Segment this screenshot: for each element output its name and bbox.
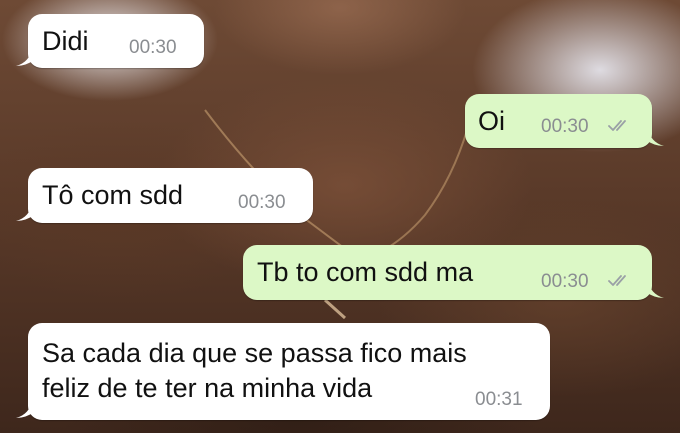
bubble-tail [16, 48, 34, 66]
message-text: Tb to com sdd ma [257, 257, 474, 287]
bubble-tail [16, 203, 34, 221]
message-text: Didi [42, 26, 89, 56]
message-timestamp: 00:30 [541, 271, 589, 292]
message-timestamp: 00:30 [541, 116, 589, 137]
chat-background: Didi 00:30 Oi 00:30 Tô com sdd 00:30 Tb … [0, 0, 680, 433]
message-text: Tô com sdd [42, 180, 184, 210]
message-bubble-incoming[interactable]: Sa cada dia que se passa fico mais feliz… [16, 323, 550, 420]
bubble-tail [646, 128, 664, 146]
message-text-line-2: feliz de te ter na minha vida [42, 373, 373, 403]
bubble-tail [16, 400, 34, 418]
message-text: Oi [478, 106, 505, 136]
message-timestamp: 00:31 [475, 389, 523, 410]
message-timestamp: 00:30 [129, 37, 177, 58]
message-bubble-outgoing[interactable]: Oi 00:30 [465, 94, 664, 148]
double-check-icon [608, 275, 626, 286]
message-bubble-incoming[interactable]: Didi 00:30 [16, 14, 204, 68]
message-text-line-1: Sa cada dia que se passa fico mais [42, 338, 467, 368]
bubble-tail [646, 280, 664, 298]
message-timestamp: 00:30 [238, 192, 286, 213]
message-bubble-outgoing[interactable]: Tb to com sdd ma 00:30 [243, 245, 664, 300]
message-bubble-incoming[interactable]: Tô com sdd 00:30 [16, 168, 313, 223]
double-check-icon [608, 120, 626, 131]
